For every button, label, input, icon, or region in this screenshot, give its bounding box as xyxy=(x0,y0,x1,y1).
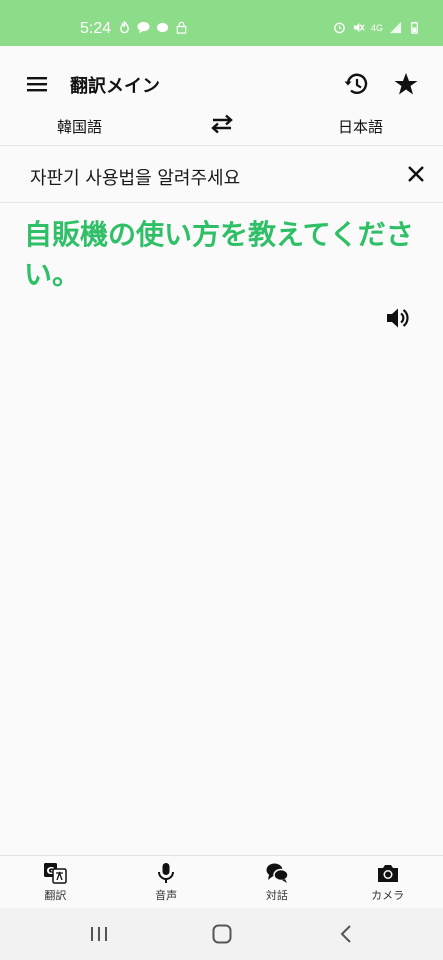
menu-icon[interactable] xyxy=(24,72,52,96)
translation-result: 自販機の使い方を教えてください。 xyxy=(24,218,414,291)
alarm-icon xyxy=(334,22,345,34)
nav-label-camera: カメラ xyxy=(371,889,405,902)
fire-icon xyxy=(120,21,129,34)
signal-icon xyxy=(389,21,402,34)
status-icons-left xyxy=(118,21,188,34)
system-navigation-bar xyxy=(0,908,443,960)
translate-icon: G xyxy=(44,863,68,884)
lock-icon xyxy=(176,21,187,34)
nav-label-translate: 翻訳 xyxy=(44,889,67,902)
recent-apps-icon[interactable] xyxy=(88,924,110,944)
star-icon[interactable] xyxy=(392,70,420,98)
back-icon[interactable] xyxy=(336,924,358,944)
home-icon[interactable] xyxy=(211,924,233,944)
status-icons-right: 4G xyxy=(333,21,421,34)
nav-item-conversation[interactable]: 対話 xyxy=(222,856,333,908)
speaker-icon[interactable] xyxy=(384,305,410,331)
nav-item-translate[interactable]: G 翻訳 xyxy=(0,856,111,908)
speech-icon xyxy=(156,22,169,33)
source-text-input[interactable]: 자판기 사용법을 알려주세요 xyxy=(30,164,240,190)
battery-icon xyxy=(411,21,418,34)
mute-icon xyxy=(353,22,365,33)
target-language-button[interactable]: 日本語 xyxy=(338,116,383,137)
app-bar: 翻訳メイン 韓国語 日本語 xyxy=(0,46,443,146)
status-bar: 5:24 4G xyxy=(0,0,443,46)
chat-bubble-icon xyxy=(137,21,150,34)
microphone-icon xyxy=(158,863,175,883)
source-input-area: 자판기 사용법을 알려주세요 xyxy=(0,147,443,203)
source-language-button[interactable]: 韓国語 xyxy=(57,116,102,137)
swap-languages-icon[interactable] xyxy=(208,112,236,136)
nav-label-voice: 音声 xyxy=(155,889,178,902)
status-time: 5:24 xyxy=(80,20,112,37)
bottom-navigation: G 翻訳 音声 対話 カメラ xyxy=(0,855,443,908)
nav-item-camera[interactable]: カメラ xyxy=(332,856,443,908)
close-icon[interactable] xyxy=(404,162,428,186)
page-title: 翻訳メイン xyxy=(70,76,160,97)
camera-icon xyxy=(377,865,398,882)
history-icon[interactable] xyxy=(342,70,370,98)
nav-item-voice[interactable]: 音声 xyxy=(111,856,222,908)
nav-label-conversation: 対話 xyxy=(265,889,288,902)
4g-icon: 4G xyxy=(370,22,383,33)
conversation-icon xyxy=(266,863,289,883)
